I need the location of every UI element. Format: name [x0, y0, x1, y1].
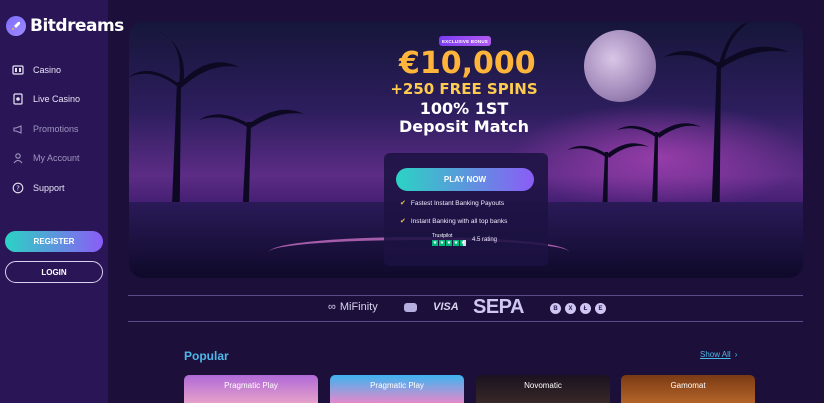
payment-methods: ∞ MiFinity VISA SEPA B X Ł E — [128, 296, 803, 321]
sidebar-item-label: Live Casino — [33, 94, 81, 105]
sidebar-item-label: My Account — [33, 153, 80, 164]
game-tile[interactable]: Pragmatic Play — [184, 375, 318, 403]
logo[interactable]: Bitdreams — [6, 16, 124, 36]
sidebar-item-support[interactable]: ? Support — [12, 173, 108, 203]
login-button[interactable]: LOGIN — [5, 261, 103, 283]
sidebar-item-label: Support — [33, 182, 65, 193]
game-tile[interactable]: Gamomat — [621, 375, 755, 403]
check-icon: ✔ — [400, 218, 406, 225]
sidebar-item-casino[interactable]: Casino — [12, 55, 108, 85]
play-now-button[interactable]: PLAY NOW — [396, 168, 534, 191]
litecoin-icon: Ł — [580, 303, 591, 314]
check-icon: ✔ — [400, 200, 406, 207]
ethereum-icon: E — [595, 303, 606, 314]
mastercard-icon — [404, 303, 417, 312]
rating-stars: ★ ★ ★ ★ ★ — [432, 240, 466, 246]
live-casino-icon — [12, 93, 24, 105]
rocket-icon — [6, 16, 26, 36]
game-provider-label: Gamomat — [670, 381, 706, 390]
sidebar-item-my-account[interactable]: My Account — [12, 144, 108, 174]
star-icon: ★ — [446, 240, 452, 246]
register-button[interactable]: REGISTER — [5, 231, 103, 252]
user-icon — [12, 152, 24, 164]
bonus-amount: €10,000 — [399, 46, 536, 81]
infinity-icon: ∞ — [328, 301, 336, 313]
sidebar-item-promotions[interactable]: Promotions — [12, 114, 108, 144]
divider — [128, 321, 803, 322]
cta-panel: PLAY NOW ✔ Fastest Instant Banking Payou… — [384, 153, 548, 266]
logo-text: Bitdreams — [30, 16, 124, 36]
bitcoin-icon: B — [550, 303, 561, 314]
sidebar: Bitdreams Casino Live Casino Promotions … — [0, 0, 124, 403]
visa-logo: VISA — [433, 301, 459, 313]
deposit-match-line2: Deposit Match — [398, 117, 530, 136]
exclusive-badge: EXCLUSIVE BONUS — [439, 36, 491, 46]
ripple-icon: X — [565, 303, 576, 314]
game-provider-label: Novomatic — [524, 381, 562, 390]
show-all-link[interactable]: Show All › — [700, 350, 737, 359]
trustpilot-rating[interactable]: Trustpilot ★ ★ ★ ★ ★ 4.5 rating — [432, 233, 497, 246]
feature-text: Fastest Instant Banking Payouts — [410, 199, 505, 207]
sepa-logo: SEPA — [473, 296, 524, 318]
sidebar-item-label: Casino — [33, 64, 62, 75]
megaphone-icon — [12, 123, 24, 135]
rating-text: 4.5 rating — [472, 236, 498, 243]
casino-icon — [12, 64, 24, 76]
show-all-label: Show All — [700, 350, 731, 359]
game-provider-label: Pragmatic Play — [224, 381, 278, 390]
game-tile[interactable]: Pragmatic Play — [330, 375, 464, 403]
mifinity-logo: ∞ MiFinity — [328, 301, 378, 313]
feature-text: Instant Banking with all top banks — [410, 217, 508, 225]
game-provider-label: Pragmatic Play — [370, 381, 424, 390]
section-title: Popular — [184, 349, 229, 363]
trustpilot-logo: Trustpilot — [432, 233, 453, 239]
free-spins-text: +250 FREE SPINS — [390, 80, 538, 98]
hero-banner[interactable]: EXCLUSIVE BONUS €10,000 +250 FREE SPINS … — [129, 22, 803, 278]
svg-text:?: ? — [16, 184, 20, 192]
feature-item: ✔ Fastest Instant Banking Payouts — [400, 199, 505, 208]
feature-item: ✔ Instant Banking with all top banks — [400, 217, 508, 226]
star-icon: ★ — [439, 240, 445, 246]
mifinity-text: MiFinity — [339, 301, 378, 313]
sidebar-nav: Casino Live Casino Promotions My Account… — [12, 55, 108, 203]
sidebar-item-live-casino[interactable]: Live Casino — [12, 85, 108, 115]
crypto-icons: B X Ł E — [550, 303, 606, 314]
deposit-match-line1: 100% 1ST — [419, 99, 509, 118]
game-tile[interactable]: Novomatic — [476, 375, 610, 403]
sidebar-item-label: Promotions — [33, 123, 79, 134]
help-icon: ? — [12, 182, 24, 194]
chevron-right-icon: › — [734, 350, 738, 359]
star-icon: ★ — [453, 240, 459, 246]
star-icon: ★ — [432, 240, 438, 246]
star-icon: ★ — [460, 240, 466, 246]
